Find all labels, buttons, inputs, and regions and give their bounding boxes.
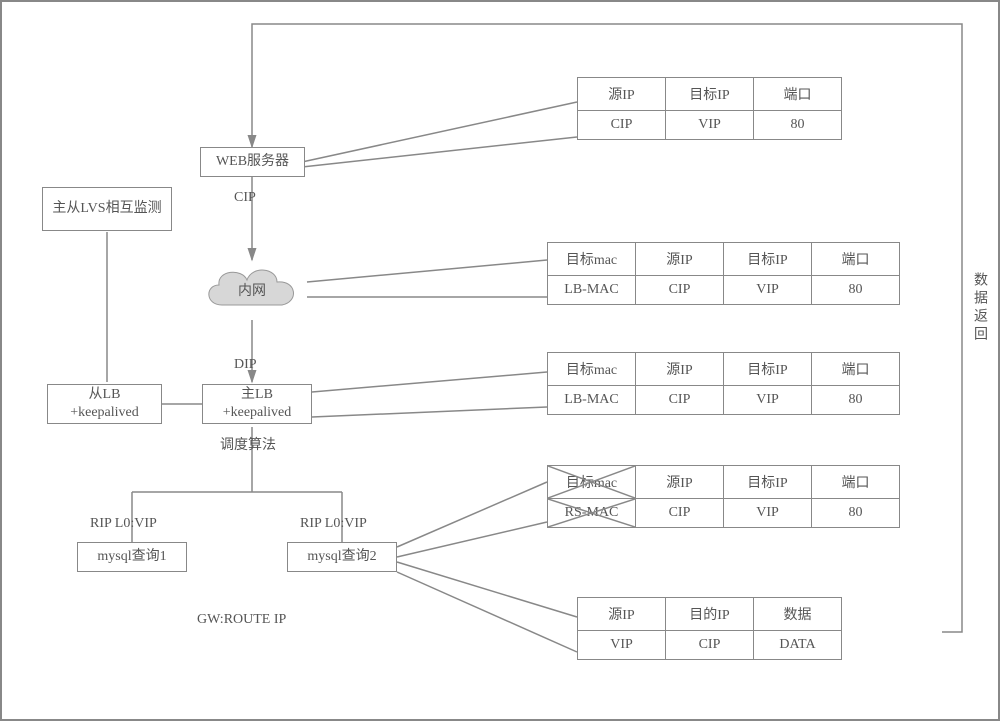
t2-h3: 目标IP	[724, 243, 812, 276]
packet-table-5: 源IP 目的IP 数据 VIP CIP DATA	[577, 597, 842, 660]
monitor-label: 主从LVS相互监测	[52, 200, 161, 218]
t3-h3: 目标IP	[724, 353, 812, 386]
packet-table-1: 源IP 目标IP 端口 CIP VIP 80	[577, 77, 842, 140]
rip2-label: RIP L0:VIP	[300, 516, 367, 532]
t1-h2: 目标IP	[666, 78, 754, 111]
t2-h4: 端口	[812, 243, 900, 276]
slave-lb-box: 从LB +keepalived	[47, 384, 162, 424]
packet-table-4: 目标mac 源IP 目标IP 端口 RS-MAC	[547, 465, 900, 528]
t3-r1: LB-MAC	[548, 386, 636, 415]
t2-h1: 目标mac	[548, 243, 636, 276]
t5-h2: 目的IP	[666, 598, 754, 631]
t3-r2: CIP	[636, 386, 724, 415]
monitor-box: 主从LVS相互监测	[42, 187, 172, 231]
strike-icon	[548, 466, 635, 498]
packet-table-2: 目标mac 源IP 目标IP 端口 LB-MAC CIP VIP 80	[547, 242, 900, 305]
master-lb-box: 主LB +keepalived	[202, 384, 312, 424]
cip-label: CIP	[234, 190, 256, 206]
gw-label: GW:ROUTE IP	[197, 612, 286, 628]
t4-r1-cell: RS-MAC	[548, 499, 636, 528]
mysql2-label: mysql查询2	[307, 548, 376, 566]
t3-r3: VIP	[724, 386, 812, 415]
mysql2-box: mysql查询2	[287, 542, 397, 572]
t4-r3: VIP	[724, 499, 812, 528]
t1-h3: 端口	[754, 78, 842, 111]
t2-h2: 源IP	[636, 243, 724, 276]
t2-r2: CIP	[636, 276, 724, 305]
t3-h2: 源IP	[636, 353, 724, 386]
sched-label: 调度算法	[220, 434, 276, 454]
mysql1-label: mysql查询1	[97, 548, 166, 566]
t5-h1: 源IP	[578, 598, 666, 631]
t4-h1-cell: 目标mac	[548, 466, 636, 499]
t5-r1: VIP	[578, 631, 666, 660]
diagram-canvas: 主从LVS相互监测 WEB服务器 内网 从LB +keepalived 主LB …	[0, 0, 1000, 721]
t1-h1: 源IP	[578, 78, 666, 111]
cloud-label: 内网	[238, 280, 266, 300]
t5-r2: CIP	[666, 631, 754, 660]
t1-r1: CIP	[578, 111, 666, 140]
web-server-box: WEB服务器	[200, 147, 305, 177]
web-server-label: WEB服务器	[216, 153, 289, 171]
t2-r4: 80	[812, 276, 900, 305]
master-lb-label: 主LB +keepalived	[223, 386, 292, 422]
rip1-label: RIP L0:VIP	[90, 516, 157, 532]
dip-label: DIP	[234, 357, 257, 373]
t4-r4: 80	[812, 499, 900, 528]
packet-table-3: 目标mac 源IP 目标IP 端口 LB-MAC CIP VIP 80	[547, 352, 900, 415]
cloud-shape: 内网	[197, 260, 307, 320]
t5-h3: 数据	[754, 598, 842, 631]
t3-r4: 80	[812, 386, 900, 415]
t3-h4: 端口	[812, 353, 900, 386]
t1-r2: VIP	[666, 111, 754, 140]
t4-r2: CIP	[636, 499, 724, 528]
slave-lb-label: 从LB +keepalived	[70, 386, 139, 422]
t4-h3: 目标IP	[724, 466, 812, 499]
t5-r3: DATA	[754, 631, 842, 660]
t4-h2: 源IP	[636, 466, 724, 499]
t1-r3: 80	[754, 111, 842, 140]
return-label: 数据返回	[969, 272, 989, 344]
strike-icon	[548, 499, 635, 527]
t2-r1: LB-MAC	[548, 276, 636, 305]
t4-h4: 端口	[812, 466, 900, 499]
t3-h1: 目标mac	[548, 353, 636, 386]
t2-r3: VIP	[724, 276, 812, 305]
mysql1-box: mysql查询1	[77, 542, 187, 572]
